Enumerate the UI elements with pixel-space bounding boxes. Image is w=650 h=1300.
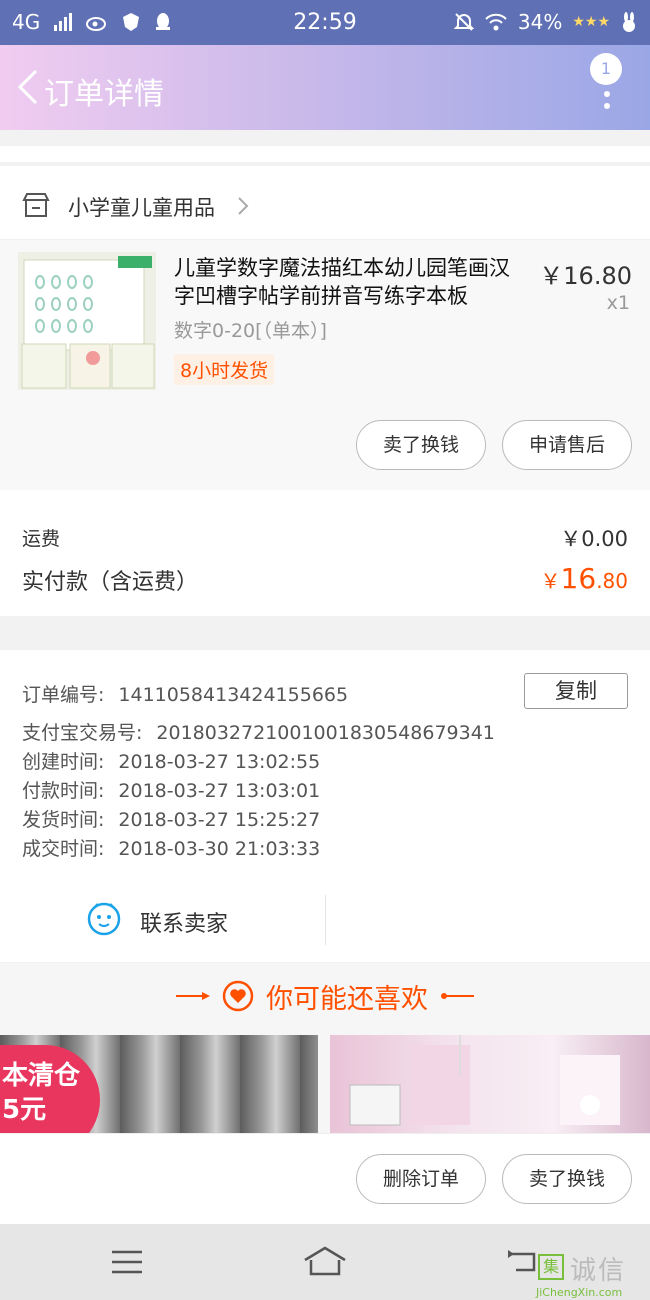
shop-icon: [22, 193, 50, 217]
product-image-graphic: [18, 252, 156, 390]
copy-button[interactable]: 复制: [524, 673, 628, 709]
status-bar: 4G 22:59 34% ★★★: [0, 0, 650, 45]
bottom-action-bar: 删除订单 卖了换钱: [0, 1133, 650, 1224]
wifi-icon: [485, 13, 507, 31]
delete-order-button[interactable]: 删除订单: [356, 1154, 486, 1204]
product-quantity: x1: [606, 292, 630, 314]
banner-line: 5元: [2, 1095, 47, 1125]
menu-icon[interactable]: [111, 1250, 143, 1274]
info-row-shipped: 发货时间: 2018-03-27 15:25:27: [22, 805, 320, 832]
info-row-completed: 成交时间: 2018-03-30 21:03:33: [22, 834, 320, 861]
right-arrow-decor-icon: [441, 993, 474, 999]
order-info-card: 订单编号: 1411058413424155665 复制 支付宝交易号: 20180…: [0, 650, 650, 962]
spacer-card: [0, 146, 650, 162]
shipping-label: 运费: [22, 528, 61, 550]
info-value: 2018-03-27 15:25:27: [118, 809, 321, 831]
product-card: 儿童学数字魔法描红本幼儿园笔画汉字凹槽字帖学前拼音写练字本板 数字0-20[（单…: [0, 240, 650, 490]
info-value: 2018-03-27 13:02:55: [118, 751, 321, 773]
paid-currency: ￥: [540, 569, 561, 593]
left-arrow-decor-icon: [176, 992, 210, 1000]
info-row-alipay: 支付宝交易号: 2018032721001001830548679341: [22, 718, 495, 745]
stars-icon: ★★★: [572, 14, 610, 30]
recommend-header: 你可能还喜欢: [0, 971, 650, 1021]
recommend-section: 你可能还喜欢 本清仓 5元: [0, 963, 650, 1133]
divider: [325, 895, 326, 945]
info-value: 1411058413424155665: [118, 684, 349, 706]
shop-row[interactable]: 小学童儿童用品: [0, 166, 650, 240]
product-price: ￥16.80: [539, 262, 632, 290]
more-menu-button[interactable]: 1: [590, 53, 624, 123]
info-label: 成交时间:: [22, 838, 105, 860]
battery-label: 34%: [517, 10, 563, 34]
info-value: 2018-03-27 13:03:01: [118, 780, 321, 802]
info-value: 2018032721001001830548679341: [156, 722, 495, 744]
header: 订单详情 1: [0, 45, 650, 130]
paid-label: 实付款（含运费）: [22, 570, 199, 595]
paid-integer: 16: [560, 562, 597, 595]
info-label: 付款时间:: [22, 780, 105, 802]
paid-decimal: .80: [596, 569, 628, 593]
info-row-created: 创建时间: 2018-03-27 13:02:55: [22, 747, 320, 774]
info-value: 2018-03-30 21:03:33: [118, 838, 321, 860]
product-title[interactable]: 儿童学数字魔法描红本幼儿园笔画汉字凹槽字帖学前拼音写练字本板: [174, 254, 529, 310]
watermark-domain: JiChengXin.com: [536, 1286, 623, 1299]
request-after-sale-button[interactable]: 申请售后: [502, 420, 632, 470]
clearance-banner: 本清仓 5元: [0, 1045, 100, 1133]
watermark-logo-mark: 集: [538, 1254, 564, 1280]
room-scene-graphic: [349, 1035, 620, 1126]
watermark-logo: 集 诚信 JiChengXin.com: [532, 1250, 650, 1300]
page-title: 订单详情: [44, 77, 164, 112]
info-label: 发货时间:: [22, 809, 105, 831]
chevron-right-icon: [238, 197, 249, 215]
product-spec: 数字0-20[（单本）]: [174, 320, 327, 342]
totals-card: 运费 ￥0.00 实付款（含运费） ￥16.80: [0, 490, 650, 616]
more-dot-icon: [604, 103, 610, 109]
product-image[interactable]: [18, 252, 156, 390]
paid-amount: ￥16.80: [541, 562, 628, 595]
more-dot-icon: [604, 91, 610, 97]
bunny-icon: [623, 12, 635, 32]
recommend-item-image[interactable]: 本清仓 5元: [0, 1035, 318, 1133]
banner-line: 本清仓: [2, 1061, 81, 1091]
contact-seller-icon[interactable]: [86, 900, 122, 936]
info-row-order-number: 订单编号: 1411058413424155665: [22, 680, 348, 707]
info-row-paid: 付款时间: 2018-03-27 13:03:01: [22, 776, 320, 803]
sell-for-cash-bottom-button[interactable]: 卖了换钱: [502, 1154, 632, 1204]
sell-for-cash-button[interactable]: 卖了换钱: [356, 420, 486, 470]
back-arrow-icon[interactable]: [14, 67, 40, 107]
heart-icon: [222, 980, 254, 1012]
recommend-item-image[interactable]: [330, 1035, 650, 1133]
shop-name: 小学童儿童用品: [68, 196, 215, 220]
notification-badge: 1: [590, 53, 622, 85]
info-label: 创建时间:: [22, 751, 105, 773]
contact-seller-button[interactable]: 联系卖家: [140, 906, 228, 938]
home-icon[interactable]: [303, 1246, 347, 1278]
shipping-value: ￥0.00: [560, 527, 628, 551]
info-label: 订单编号:: [22, 684, 105, 706]
shipping-tag: 8小时发货: [174, 354, 275, 385]
info-label: 支付宝交易号:: [22, 722, 143, 744]
recommend-title: 你可能还喜欢: [266, 983, 428, 1015]
mute-icon: [453, 13, 474, 31]
watermark-text: 诚信: [570, 1256, 627, 1286]
